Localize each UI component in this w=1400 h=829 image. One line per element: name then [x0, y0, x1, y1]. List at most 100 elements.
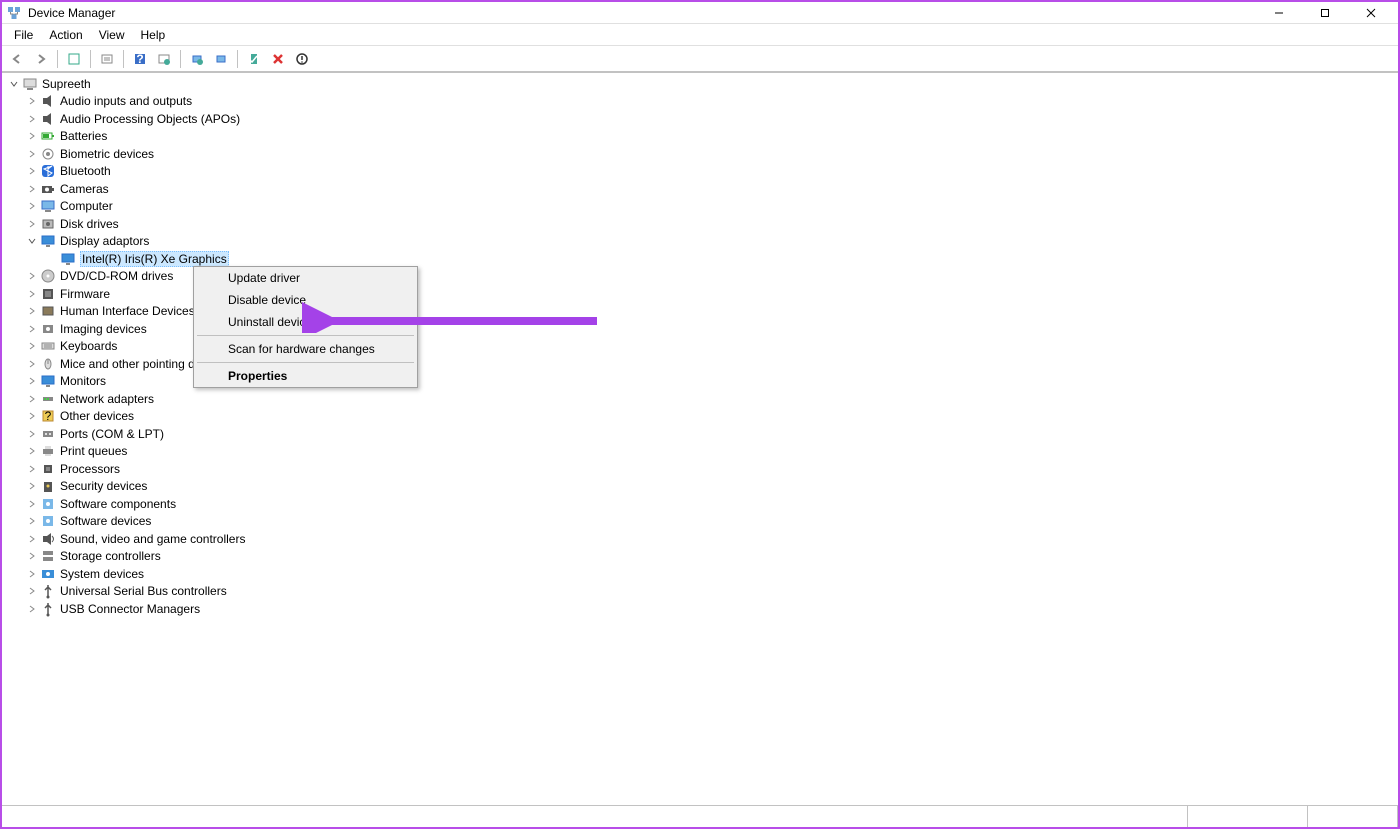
chevron-right-icon[interactable] [26, 533, 38, 545]
chevron-right-icon[interactable] [26, 323, 38, 335]
update-driver-button[interactable] [186, 48, 208, 70]
chevron-right-icon[interactable] [26, 568, 38, 580]
status-bar [2, 805, 1398, 827]
tree-category[interactable]: Security devices [2, 478, 1398, 496]
toolbar: ? [2, 46, 1398, 72]
usb-icon [40, 583, 56, 599]
maximize-button[interactable] [1302, 2, 1348, 24]
tree-category[interactable]: Computer [2, 198, 1398, 216]
chevron-right-icon[interactable] [26, 550, 38, 562]
tree-category[interactable]: Sound, video and game controllers [2, 530, 1398, 548]
firmware-icon [40, 286, 56, 302]
category-label: DVD/CD-ROM drives [60, 269, 173, 283]
chevron-right-icon[interactable] [26, 130, 38, 142]
printer-icon [40, 443, 56, 459]
category-label: Bluetooth [60, 164, 111, 178]
uninstall-button[interactable] [267, 48, 289, 70]
enable-button[interactable] [243, 48, 265, 70]
close-button[interactable] [1348, 2, 1394, 24]
display-icon [60, 251, 76, 267]
chevron-right-icon[interactable] [26, 165, 38, 177]
chevron-right-icon[interactable] [26, 498, 38, 510]
chevron-right-icon[interactable] [26, 585, 38, 597]
context-menu-item[interactable]: Update driver [194, 267, 417, 289]
chevron-right-icon[interactable] [26, 603, 38, 615]
tree-category[interactable]: USB Connector Managers [2, 600, 1398, 618]
menu-help[interactable]: Help [133, 26, 174, 44]
chevron-right-icon[interactable] [26, 410, 38, 422]
chevron-right-icon[interactable] [26, 463, 38, 475]
chevron-right-icon[interactable] [26, 270, 38, 282]
tree-category[interactable]: Universal Serial Bus controllers [2, 583, 1398, 601]
tree-root[interactable]: Supreeth [2, 75, 1398, 93]
chevron-right-icon[interactable] [26, 375, 38, 387]
tree-category[interactable]: Software devices [2, 513, 1398, 531]
tree-category[interactable]: Audio Processing Objects (APOs) [2, 110, 1398, 128]
network-icon [40, 391, 56, 407]
tree-category[interactable]: Disk drives [2, 215, 1398, 233]
menu-file[interactable]: File [6, 26, 41, 44]
chevron-right-icon[interactable] [26, 445, 38, 457]
toolbar-separator [180, 50, 181, 68]
camera-icon [40, 181, 56, 197]
tree-category[interactable]: ?Other devices [2, 408, 1398, 426]
chevron-right-icon[interactable] [26, 288, 38, 300]
monitor-icon [40, 373, 56, 389]
tree-category[interactable]: Audio inputs and outputs [2, 93, 1398, 111]
chevron-right-icon[interactable] [26, 200, 38, 212]
tree-category[interactable]: Network adapters [2, 390, 1398, 408]
minimize-button[interactable] [1256, 2, 1302, 24]
tree-category[interactable]: Processors [2, 460, 1398, 478]
chevron-right-icon[interactable] [26, 515, 38, 527]
context-menu-item[interactable]: Disable device [194, 289, 417, 311]
context-menu-item[interactable]: Properties [194, 365, 417, 387]
storage-icon [40, 548, 56, 564]
scan-hardware-button[interactable] [210, 48, 232, 70]
context-menu-item[interactable]: Uninstall device [194, 311, 417, 333]
tree-category[interactable]: Bluetooth [2, 163, 1398, 181]
disk-icon [40, 216, 56, 232]
software-icon [40, 496, 56, 512]
category-label: System devices [60, 567, 144, 581]
category-label: Batteries [60, 129, 107, 143]
tree-category[interactable]: Print queues [2, 443, 1398, 461]
chevron-right-icon[interactable] [26, 340, 38, 352]
menu-action[interactable]: Action [41, 26, 90, 44]
properties-button[interactable] [96, 48, 118, 70]
tree-category[interactable]: Batteries [2, 128, 1398, 146]
chevron-right-icon[interactable] [26, 428, 38, 440]
show-hide-console-button[interactable] [63, 48, 85, 70]
back-button[interactable] [6, 48, 28, 70]
chevron-right-icon[interactable] [26, 95, 38, 107]
root-label: Supreeth [42, 77, 91, 91]
category-label: Processors [60, 462, 120, 476]
disable-button[interactable] [291, 48, 313, 70]
tree-category[interactable]: Display adaptors [2, 233, 1398, 251]
chevron-right-icon[interactable] [26, 393, 38, 405]
chevron-down-icon[interactable] [26, 235, 38, 247]
action-button[interactable] [153, 48, 175, 70]
tree-category[interactable]: Ports (COM & LPT) [2, 425, 1398, 443]
chevron-right-icon[interactable] [26, 218, 38, 230]
chevron-right-icon[interactable] [26, 480, 38, 492]
forward-button[interactable] [30, 48, 52, 70]
chevron-down-icon[interactable] [8, 78, 20, 90]
other-icon: ? [40, 408, 56, 424]
context-menu-item[interactable]: Scan for hardware changes [194, 338, 417, 360]
tree-category[interactable]: Biometric devices [2, 145, 1398, 163]
tree-device[interactable]: Intel(R) Iris(R) Xe Graphics [2, 250, 1398, 268]
tree-category[interactable]: Cameras [2, 180, 1398, 198]
chevron-right-icon[interactable] [26, 305, 38, 317]
device-tree[interactable]: Supreeth Audio inputs and outputsAudio P… [2, 72, 1398, 805]
tree-category[interactable]: Software components [2, 495, 1398, 513]
menu-view[interactable]: View [91, 26, 133, 44]
help-button[interactable]: ? [129, 48, 151, 70]
chevron-right-icon[interactable] [26, 358, 38, 370]
chevron-right-icon[interactable] [26, 113, 38, 125]
category-label: Sound, video and game controllers [60, 532, 245, 546]
category-label: Disk drives [60, 217, 119, 231]
chevron-right-icon[interactable] [26, 183, 38, 195]
chevron-right-icon[interactable] [26, 148, 38, 160]
tree-category[interactable]: System devices [2, 565, 1398, 583]
tree-category[interactable]: Storage controllers [2, 548, 1398, 566]
